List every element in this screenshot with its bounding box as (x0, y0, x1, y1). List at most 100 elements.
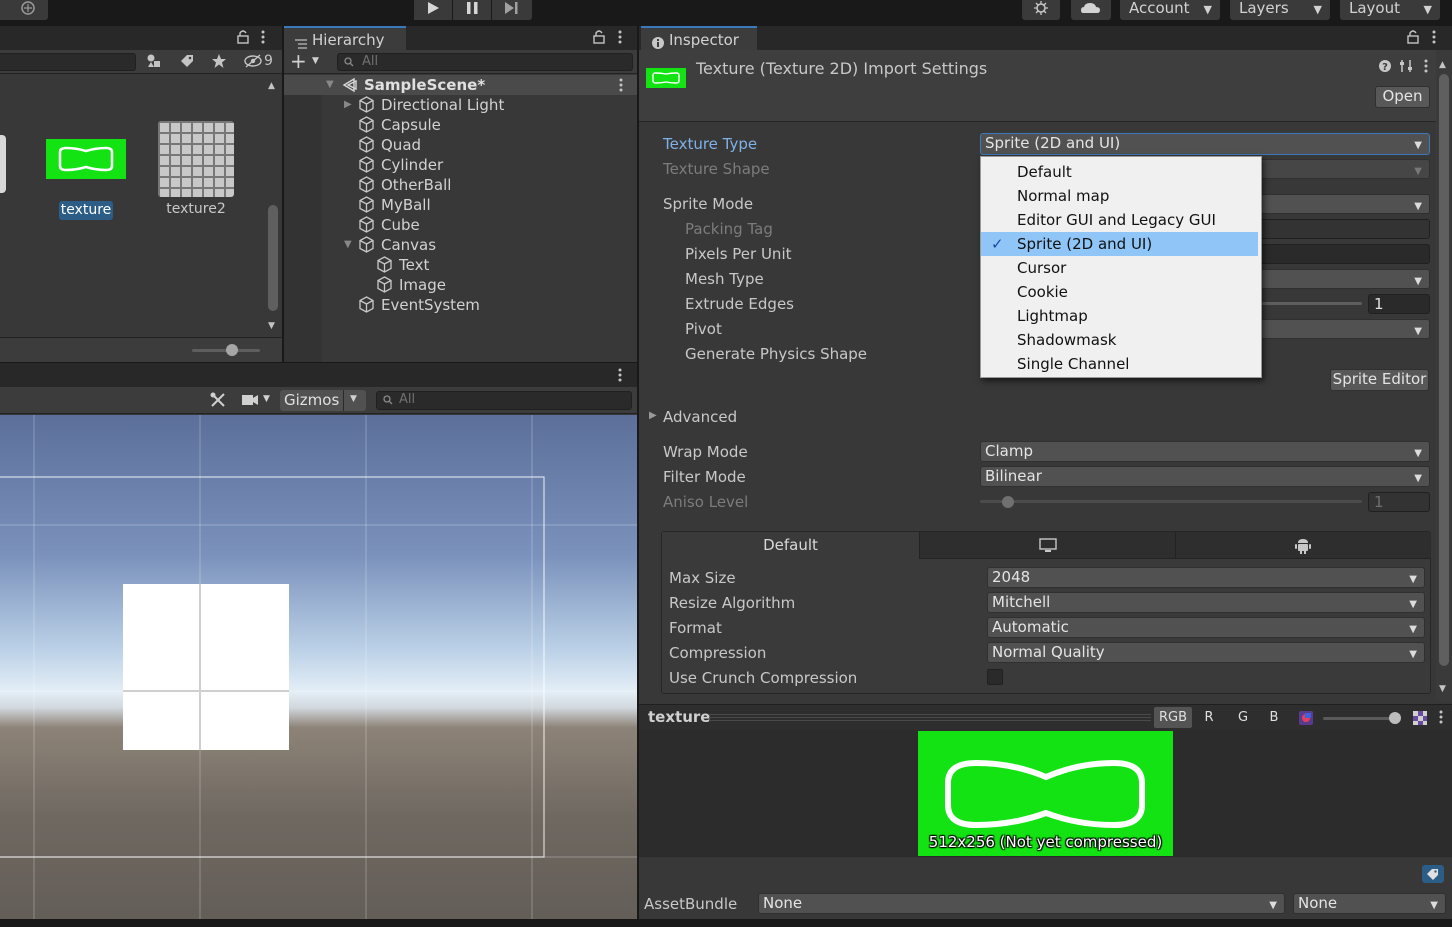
more-menu-icon[interactable] (1431, 30, 1437, 48)
step-button[interactable] (492, 0, 532, 20)
menu-item-option[interactable]: Cursor (981, 256, 1261, 280)
project-search-input[interactable] (0, 53, 136, 71)
asset-label-icon[interactable] (1422, 865, 1444, 887)
menu-item-option[interactable]: Default (981, 160, 1261, 184)
sprite-editor-button[interactable]: Sprite Editor (1330, 369, 1429, 391)
more-menu-icon[interactable] (260, 30, 266, 48)
channel-g-button[interactable]: G (1229, 707, 1257, 728)
menu-item-option[interactable]: Cookie (981, 280, 1261, 304)
mip-level-slider[interactable] (1323, 717, 1395, 720)
scroll-up-icon[interactable]: ▲ (268, 81, 275, 91)
hidden-packages-icon[interactable] (244, 53, 264, 73)
create-plus-icon[interactable]: + (290, 51, 307, 71)
chevron-down-icon[interactable]: ▼ (312, 56, 319, 66)
scroll-down-icon[interactable]: ▼ (1439, 684, 1446, 694)
crunch-compression-checkbox[interactable] (987, 669, 1003, 685)
tools-icon[interactable] (209, 391, 227, 413)
scroll-down-icon[interactable]: ▼ (268, 321, 275, 331)
aniso-level-slider-knob[interactable] (1002, 496, 1014, 508)
more-menu-icon[interactable] (618, 78, 624, 96)
menu-item-option[interactable]: Editor GUI and Legacy GUI (981, 208, 1261, 232)
hierarchy-item[interactable]: Cube (284, 215, 637, 235)
wrap-mode-dropdown[interactable]: Clamp ▼ (980, 441, 1430, 462)
assetbundle-variant-dropdown[interactable]: None ▼ (1293, 893, 1446, 914)
favorite-star-icon[interactable] (211, 53, 227, 73)
menu-item-option[interactable]: Normal map (981, 184, 1261, 208)
platform-tab-default[interactable]: Default (662, 532, 919, 559)
hierarchy-item[interactable]: ▶ Directional Light (284, 95, 637, 115)
gizmos-button[interactable]: Gizmos ▼ (280, 390, 366, 411)
checker-toggle-icon[interactable] (1412, 710, 1428, 730)
extrude-edges-input[interactable]: 1 (1368, 294, 1430, 314)
advanced-label[interactable]: Advanced (663, 408, 737, 426)
hierarchy-item[interactable]: Capsule (284, 115, 637, 135)
collapsed-triangle-icon[interactable]: ▶ (344, 95, 352, 115)
chevron-down-icon[interactable]: ▼ (350, 394, 357, 404)
filter-mode-dropdown[interactable]: Bilinear ▼ (980, 466, 1430, 487)
chevron-down-icon[interactable]: ▼ (263, 394, 270, 404)
open-button[interactable]: Open (1375, 86, 1430, 108)
asset-item-texture[interactable]: texture (44, 137, 128, 223)
scene-viewport[interactable] (0, 415, 637, 919)
collab-icon[interactable] (0, 0, 48, 20)
expand-triangle-icon[interactable]: ▼ (344, 235, 352, 255)
alpha-toggle-icon[interactable] (1298, 710, 1314, 730)
more-menu-icon[interactable] (617, 368, 623, 386)
menu-item-option[interactable]: Lightmap (981, 304, 1261, 328)
asset-item-texture2[interactable]: texture2 (154, 121, 238, 221)
project-scrollbar[interactable]: ▲ ▼ (266, 75, 280, 337)
account-dropdown[interactable]: Account ▼ (1120, 0, 1220, 20)
lock-icon[interactable] (1406, 29, 1420, 49)
scroll-up-icon[interactable]: ▲ (1439, 60, 1446, 70)
format-dropdown[interactable]: Automatic ▼ (987, 617, 1425, 638)
preview-drag-handle[interactable] (709, 714, 1151, 721)
expand-triangle-icon[interactable]: ▼ (326, 79, 334, 90)
mip-level-slider-knob[interactable] (1389, 712, 1401, 724)
menu-item-option[interactable]: Single Channel (981, 352, 1261, 376)
aniso-level-input[interactable]: 1 (1368, 492, 1430, 512)
hierarchy-search-input[interactable]: All (337, 53, 633, 71)
max-size-dropdown[interactable]: 2048 ▼ (987, 567, 1425, 588)
platform-tab-android[interactable] (1175, 532, 1431, 559)
hierarchy-item[interactable]: Cylinder (284, 155, 637, 175)
lock-icon[interactable] (236, 29, 250, 49)
hierarchy-item[interactable]: EventSystem (284, 295, 637, 315)
camera-icon[interactable] (241, 393, 265, 411)
channel-b-button[interactable]: B (1260, 707, 1288, 728)
lock-icon[interactable] (592, 29, 606, 49)
more-menu-icon[interactable] (1423, 59, 1429, 77)
hierarchy-item[interactable]: MyBall (284, 195, 637, 215)
hierarchy-item[interactable]: Image (284, 275, 637, 295)
layers-dropdown[interactable]: Layers ▼ (1230, 0, 1330, 20)
hierarchy-item[interactable]: OtherBall (284, 175, 637, 195)
tab-inspector[interactable]: Inspector (641, 26, 757, 50)
channel-rgb-button[interactable]: RGB (1154, 707, 1192, 728)
scrollbar-thumb[interactable] (268, 205, 278, 311)
resize-algorithm-dropdown[interactable]: Mitchell ▼ (987, 592, 1425, 613)
menu-item-option[interactable]: ✓ Sprite (2D and UI) (981, 232, 1258, 256)
platform-tab-standalone[interactable] (919, 532, 1175, 559)
more-menu-icon[interactable] (1438, 710, 1444, 728)
icon-size-slider-knob[interactable] (226, 344, 238, 356)
aniso-level-slider[interactable] (980, 500, 1362, 503)
channel-r-button[interactable]: R (1195, 707, 1223, 728)
tab-hierarchy[interactable]: Hierarchy (284, 26, 406, 50)
layout-dropdown[interactable]: Layout ▼ (1340, 0, 1440, 20)
filter-type-icon[interactable] (146, 53, 162, 73)
hierarchy-item[interactable]: ▼ Canvas (284, 235, 637, 255)
label-tag-icon[interactable] (179, 53, 195, 73)
compression-dropdown[interactable]: Normal Quality ▼ (987, 642, 1425, 663)
more-menu-icon[interactable] (617, 30, 623, 48)
hierarchy-item[interactable]: Quad (284, 135, 637, 155)
menu-item-option[interactable]: Shadowmask (981, 328, 1261, 352)
texture-type-dropdown[interactable]: Sprite (2D and UI) ▼ (980, 133, 1430, 155)
play-button[interactable] (414, 0, 452, 20)
inspector-scrollbar[interactable]: ▲ ▼ (1436, 50, 1452, 701)
scene-search-input[interactable]: All (376, 391, 632, 410)
scrollbar-thumb[interactable] (1439, 74, 1449, 666)
pause-button[interactable] (453, 0, 491, 20)
help-icon[interactable]: ? (1378, 59, 1392, 77)
advanced-foldout-icon[interactable]: ▶ (649, 410, 657, 421)
scene-row[interactable]: ▼ SampleScene* (284, 75, 637, 95)
preset-icon[interactable] (1399, 59, 1413, 77)
